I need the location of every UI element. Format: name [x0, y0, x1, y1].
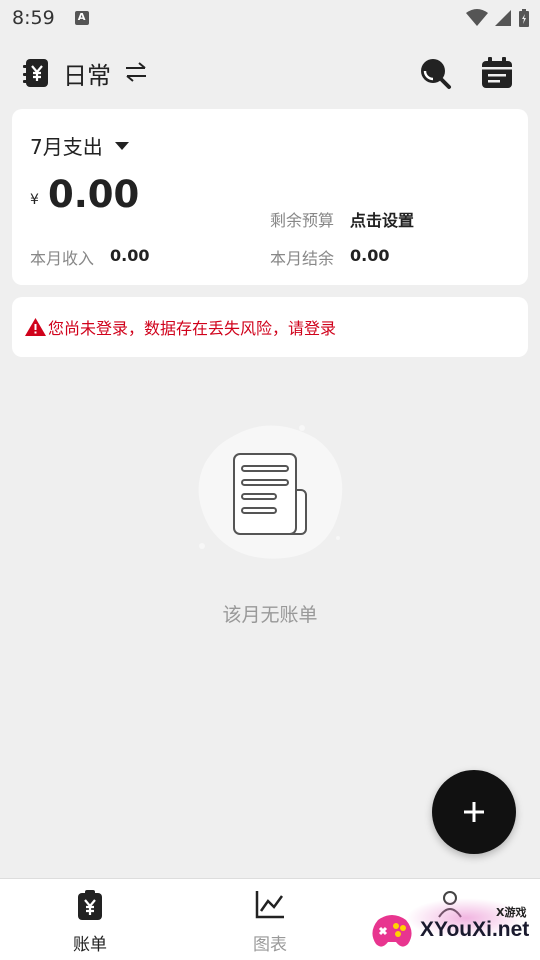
caret-down-icon	[114, 141, 129, 150]
watermark-main-text: XYouXi.net	[420, 918, 530, 941]
currency-symbol: ¥	[30, 192, 39, 208]
empty-bill-illustration	[198, 425, 343, 559]
nav-item-charts[interactable]: 图表	[180, 879, 360, 960]
yen-clipboard-icon	[78, 890, 102, 920]
signal-icon	[495, 10, 511, 26]
add-bill-button[interactable]	[432, 770, 516, 854]
status-indicators	[466, 8, 530, 28]
balance-value: 0.00	[350, 246, 390, 265]
switch-arrows-icon[interactable]	[124, 61, 148, 83]
status-bar: 8:59 A	[0, 0, 540, 36]
book-title[interactable]: 日常	[63, 56, 111, 91]
income-label: 本月收入	[30, 249, 95, 268]
status-time: 8:59	[12, 7, 55, 29]
wifi-icon	[466, 9, 488, 26]
search-icon[interactable]	[418, 56, 452, 90]
yen-book-icon[interactable]	[22, 58, 50, 88]
login-warning-banner[interactable]: 您尚未登录，数据存在丢失风险，请登录	[12, 297, 528, 357]
battery-icon	[519, 9, 529, 27]
nav-label-bills: 账单	[73, 935, 107, 955]
plus-icon	[464, 802, 484, 822]
app-bar: 日常	[0, 48, 540, 100]
month-label: 7月支出	[30, 135, 103, 159]
warning-text: 您尚未登录，数据存在丢失风险，请登录	[48, 319, 337, 338]
nav-label-charts: 图表	[253, 935, 287, 955]
expense-amount: 0.00	[48, 173, 140, 216]
monthly-summary-card: 7月支出 ¥ 0.00 剩余预算 点击设置 本月收入 0.00 本月结余 0.0…	[12, 109, 528, 285]
notification-a-icon: A	[74, 11, 89, 25]
empty-state-text: 该月无账单	[222, 604, 318, 626]
site-watermark: X游戏 XYouXi.net	[366, 898, 538, 958]
balance-label: 本月结余	[270, 249, 335, 268]
month-selector[interactable]: 7月支出	[30, 131, 129, 160]
remaining-budget-label: 剩余预算	[270, 211, 335, 230]
warning-icon	[25, 318, 46, 336]
calendar-icon[interactable]	[480, 56, 514, 90]
line-chart-icon	[255, 891, 284, 919]
nav-item-bills[interactable]: 账单	[0, 879, 180, 960]
income-value: 0.00	[110, 246, 150, 265]
set-budget-link[interactable]: 点击设置	[350, 207, 414, 231]
gamepad-logo-icon	[372, 915, 412, 947]
